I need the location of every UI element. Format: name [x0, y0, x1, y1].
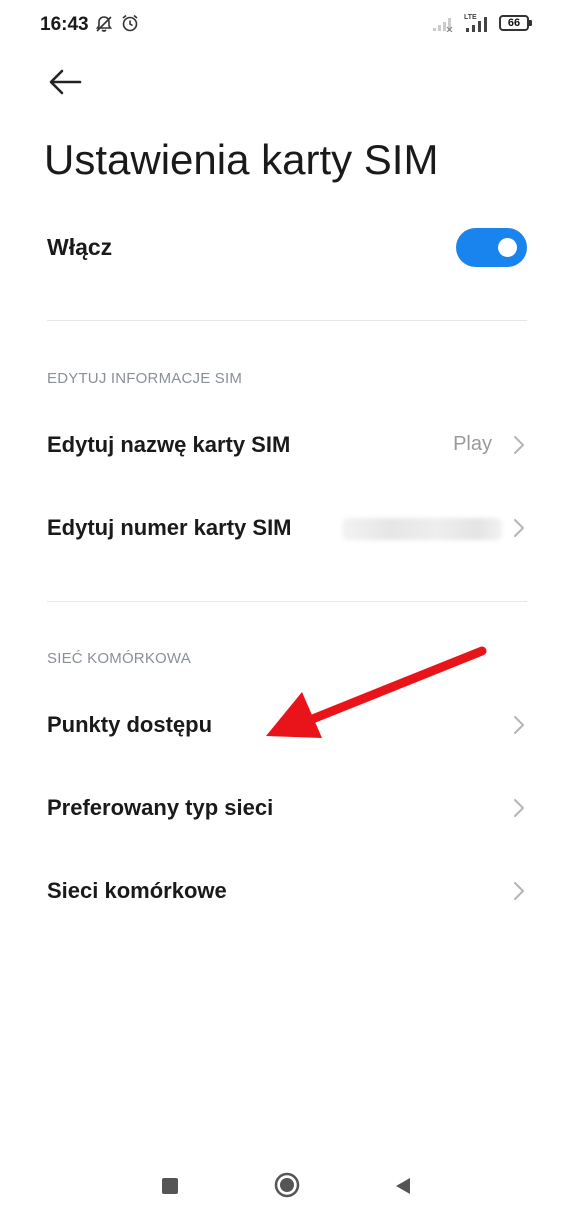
- enable-sim-label: Włącz: [47, 234, 113, 260]
- status-bar: 16:43 LTE 66: [0, 0, 574, 50]
- toggle-knob: [498, 238, 517, 257]
- arrow-left-icon: [49, 69, 82, 95]
- status-time: 16:43: [40, 14, 89, 35]
- edit-sim-name-label: Edytuj nazwę karty SIM: [47, 432, 291, 457]
- nav-back-button[interactable]: [394, 1176, 412, 1196]
- navigation-bar: [0, 1150, 574, 1216]
- page-title: Ustawienia karty SIM: [44, 136, 439, 183]
- enable-sim-row[interactable]: Włącz: [0, 210, 574, 286]
- chevron-right-icon: [514, 799, 524, 817]
- edit-sim-number-label: Edytuj numer karty SIM: [47, 515, 292, 540]
- edit-sim-number-row[interactable]: Edytuj numer karty SIM: [0, 488, 574, 570]
- edit-sim-name-row[interactable]: Edytuj nazwę karty SIM Play: [0, 405, 574, 487]
- sim-name-value: Play: [453, 433, 492, 455]
- chevron-right-icon: [514, 716, 524, 734]
- divider: [47, 320, 527, 321]
- section-header-edit-sim: EDYTUJ INFORMACJE SIM: [47, 370, 243, 387]
- lte-signal-icon: LTE: [464, 14, 487, 32]
- signal-weak-icon: [433, 18, 453, 32]
- mobile-networks-label: Sieci komórkowe: [47, 878, 227, 903]
- annotation-arrow: [266, 646, 487, 738]
- alarm-icon: [122, 14, 138, 32]
- back-button[interactable]: [44, 62, 88, 102]
- sim-number-value-blurred: [342, 518, 502, 540]
- enable-sim-toggle[interactable]: [456, 228, 527, 267]
- chevron-right-icon: [514, 882, 524, 900]
- lte-label: LTE: [464, 14, 477, 21]
- home-button[interactable]: [274, 1172, 300, 1198]
- chevron-right-icon: [514, 436, 524, 454]
- section-header-cellular: SIEĆ KOMÓRKOWA: [47, 650, 191, 667]
- notifications-off-icon: [95, 16, 113, 32]
- recents-button[interactable]: [162, 1178, 178, 1194]
- chevron-right-icon: [514, 519, 524, 537]
- access-points-label: Punkty dostępu: [47, 712, 213, 737]
- battery-icon: 66: [499, 15, 532, 31]
- preferred-network-type-row[interactable]: Preferowany typ sieci: [0, 768, 574, 850]
- divider: [47, 601, 527, 602]
- mobile-networks-row[interactable]: Sieci komórkowe: [0, 851, 574, 933]
- preferred-network-type-label: Preferowany typ sieci: [47, 795, 274, 820]
